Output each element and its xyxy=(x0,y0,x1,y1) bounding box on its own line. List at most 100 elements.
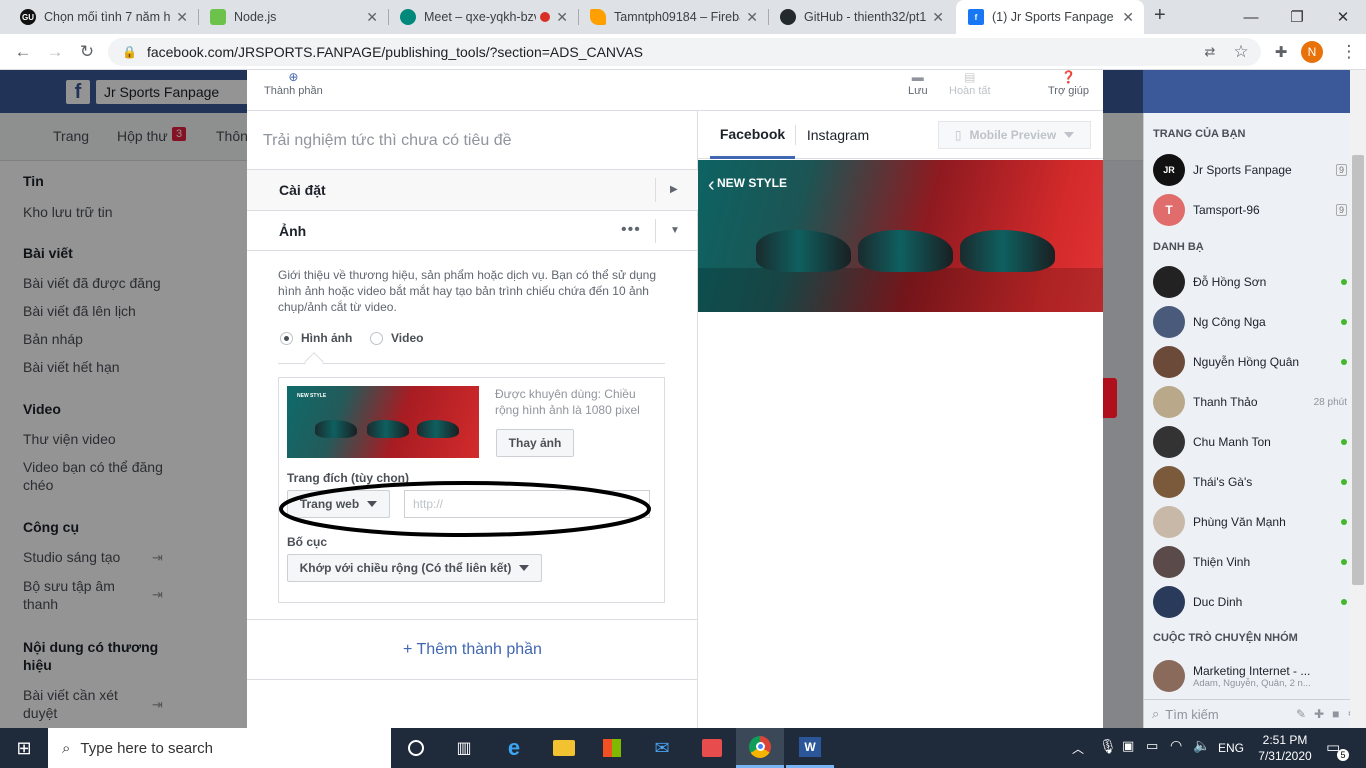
contact-row[interactable]: Thanh Thảo 28 phút xyxy=(1153,385,1347,419)
battery-icon[interactable]: ▭ xyxy=(1146,738,1158,754)
app-icon[interactable] xyxy=(688,728,736,768)
contact-row[interactable]: Đỗ Hồng Sơn xyxy=(1153,265,1347,299)
new-tab-icon[interactable]: + xyxy=(1154,4,1166,27)
mobile-preview-dropdown[interactable]: ▯ Mobile Preview xyxy=(938,121,1091,149)
chat-sidebar: TRANG CỦA BẠN JR Jr Sports Fanpage 9 T T… xyxy=(1143,113,1366,728)
microphone-icon[interactable]: 🎙 xyxy=(1099,738,1117,755)
done-button[interactable]: ▤ Hoàn tất xyxy=(949,70,991,97)
task-view-icon[interactable]: ▥ xyxy=(440,728,488,768)
contact-row[interactable]: Nguyễn Hồng Quân xyxy=(1153,345,1347,379)
reload-icon[interactable]: ↻ xyxy=(72,34,102,70)
avatar xyxy=(1153,546,1185,578)
photo-component-header[interactable]: Ảnh ••• ▼ xyxy=(247,211,698,251)
radio-unchecked-icon xyxy=(370,331,383,345)
security-icon[interactable]: ▣ xyxy=(1122,738,1134,754)
browser-tab-2[interactable]: Node.js ✕ xyxy=(198,0,388,34)
close-tab-icon[interactable]: ✕ xyxy=(176,9,188,26)
contact-row[interactable]: Phùng Văn Mạnh xyxy=(1153,505,1347,539)
close-tab-icon[interactable]: ✕ xyxy=(746,9,758,26)
chevron-down-icon[interactable]: ▼ xyxy=(670,225,680,236)
last-active: 28 phút xyxy=(1313,396,1347,408)
browser-menu-icon[interactable]: ⋮ xyxy=(1334,34,1364,70)
browser-tab-active[interactable]: f (1) Jr Sports Fanpage ✕ xyxy=(956,0,1144,34)
back-icon[interactable]: ← xyxy=(8,34,38,70)
contact-row[interactable]: Thiện Vinh xyxy=(1153,545,1347,579)
store-icon[interactable] xyxy=(588,728,636,768)
windows-start-icon[interactable]: ⊞ xyxy=(0,728,48,768)
page-name: Tamsport-96 xyxy=(1193,203,1260,217)
tab-facebook[interactable]: Facebook xyxy=(710,111,795,159)
close-window-icon[interactable]: ✕ xyxy=(1320,0,1366,34)
tab-title: Node.js xyxy=(234,10,277,24)
mail-icon[interactable]: ✉ xyxy=(638,728,686,768)
help-icon: ❓ xyxy=(1061,70,1076,84)
page-row[interactable]: T Tamsport-96 9 xyxy=(1153,193,1347,227)
close-tab-icon[interactable]: ✕ xyxy=(1122,9,1134,26)
group-row[interactable]: Marketing Internet - ... Adam, Nguyễn, Q… xyxy=(1153,658,1347,694)
help-button[interactable]: ❓ Trợ giúp xyxy=(1048,70,1089,97)
settings-row[interactable]: Cài đặt ▶ xyxy=(247,169,698,211)
page-row[interactable]: JR Jr Sports Fanpage 9 xyxy=(1153,153,1347,187)
close-tab-icon[interactable]: ✕ xyxy=(366,9,378,26)
browser-tab-4[interactable]: Tamntph09184 – Firebase ✕ xyxy=(578,0,768,34)
profile-avatar[interactable]: N xyxy=(1301,41,1323,63)
contact-row[interactable]: Duc Dinh xyxy=(1153,585,1347,619)
browser-tab-5[interactable]: GitHub - thienth32/pt1 ✕ xyxy=(768,0,954,34)
chrome-icon[interactable] xyxy=(736,728,784,768)
contact-row[interactable]: Thái's Gà's xyxy=(1153,465,1347,499)
file-explorer-icon[interactable] xyxy=(540,728,588,768)
browser-tab-1[interactable]: GU Chọn mối tình 7 năm hay ✕ xyxy=(8,0,198,34)
clock[interactable]: 2:51 PM 7/31/2020 xyxy=(1256,732,1314,764)
page-scrollbar-thumb[interactable] xyxy=(1352,155,1364,585)
extensions-icon[interactable]: ✚ xyxy=(1266,34,1296,70)
url-field[interactable]: 🔒 facebook.com/JRSPORTS.FANPAGE/publishi… xyxy=(108,38,1261,66)
notification-count: 5 xyxy=(1337,749,1349,761)
tab-instagram[interactable]: Instagram xyxy=(798,111,878,159)
components-button[interactable]: ⊕ Thành phần xyxy=(264,70,323,97)
close-tab-icon[interactable]: ✕ xyxy=(556,9,568,26)
close-tab-icon[interactable]: ✕ xyxy=(932,9,944,26)
avatar xyxy=(1153,660,1185,692)
chat-search-bar[interactable]: ⌕ Tìm kiếm ✎ ✚ ■ ⚙ xyxy=(1144,699,1366,728)
divider xyxy=(278,363,665,364)
video-call-icon[interactable]: ■ xyxy=(1332,707,1339,721)
change-image-button[interactable]: Thay ảnh xyxy=(496,429,574,457)
contact-name: Nguyễn Hồng Quân xyxy=(1193,355,1300,369)
avatar xyxy=(1153,266,1185,298)
forward-icon[interactable]: → xyxy=(40,34,70,70)
clipboard-icon: ▤ xyxy=(964,70,976,84)
online-indicator xyxy=(1341,439,1347,445)
minimize-icon[interactable]: — xyxy=(1228,0,1274,34)
maximize-icon[interactable]: ❐ xyxy=(1274,0,1320,34)
tab-title: GitHub - thienth32/pt1 xyxy=(804,10,927,24)
radio-image[interactable]: Hình ảnh xyxy=(280,331,352,345)
word-icon[interactable]: W xyxy=(786,728,834,768)
contact-row[interactable]: Ng Công Nga xyxy=(1153,305,1347,339)
compose-icon[interactable]: ✎ xyxy=(1296,707,1306,721)
cortana-icon[interactable] xyxy=(392,728,440,768)
nodejs-icon xyxy=(210,9,226,25)
taskbar-search-box[interactable]: ⌕ Type here to search xyxy=(48,728,391,768)
canvas-title-input[interactable]: Trải nghiệm tức thì chưa có tiêu đề xyxy=(263,132,512,150)
edge-icon[interactable]: e xyxy=(490,728,538,768)
save-button[interactable]: ▬ Lưu xyxy=(908,70,928,97)
new-group-icon[interactable]: ✚ xyxy=(1314,707,1324,721)
browser-tab-3[interactable]: Meet – qxe-yqkh-bzv ✕ xyxy=(388,0,578,34)
chat-search-input[interactable]: Tìm kiếm xyxy=(1165,707,1296,722)
wifi-icon[interactable]: ◠ xyxy=(1170,737,1182,754)
avatar: T xyxy=(1153,194,1185,226)
more-options-icon[interactable]: ••• xyxy=(621,221,641,239)
contact-row[interactable]: Chu Manh Ton xyxy=(1153,425,1347,459)
layout-dropdown[interactable]: Khớp với chiều rộng (Có thể liên kết) xyxy=(287,554,542,582)
volume-icon[interactable]: 🔈 xyxy=(1193,737,1210,754)
translate-icon[interactable]: ⇄ xyxy=(1195,34,1225,70)
language-indicator[interactable]: ENG xyxy=(1218,741,1244,755)
show-hidden-icons[interactable]: ︿ xyxy=(1072,740,1084,757)
radio-video[interactable]: Video xyxy=(370,331,423,345)
search-icon: ⌕ xyxy=(1152,706,1160,721)
hand-drawn-ellipse-annotation xyxy=(279,481,651,537)
bookmark-star-icon[interactable]: ☆ xyxy=(1226,34,1256,70)
mobile-preview-label: Mobile Preview xyxy=(969,128,1057,142)
add-component-button[interactable]: + Thêm thành phần xyxy=(403,641,542,659)
editor-left-panel: Trải nghiệm tức thì chưa có tiêu đề Cài … xyxy=(247,111,698,728)
